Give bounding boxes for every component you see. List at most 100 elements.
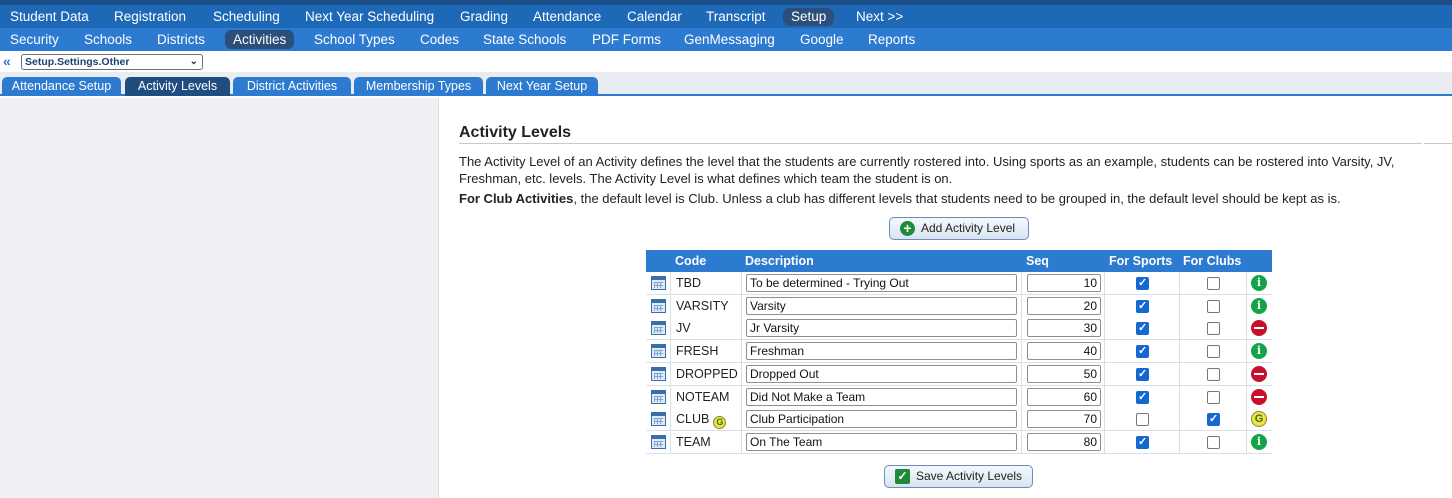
- for-clubs-checkbox[interactable]: [1207, 390, 1220, 404]
- table-row: TEAM i: [646, 430, 1272, 454]
- tab-district-activities[interactable]: District Activities: [233, 77, 351, 96]
- calendar-icon[interactable]: [651, 412, 666, 427]
- settings-path-select[interactable]: Setup.Settings.Other ⌄: [21, 54, 203, 70]
- sub-nav-security[interactable]: Security: [2, 30, 67, 49]
- row-seq-input[interactable]: [1027, 342, 1101, 361]
- sub-nav-codes[interactable]: Codes: [412, 30, 467, 49]
- row-seq-input[interactable]: [1027, 319, 1101, 338]
- for-sports-checkbox[interactable]: [1136, 390, 1149, 404]
- for-clubs-checkbox[interactable]: [1207, 322, 1220, 336]
- row-description-input[interactable]: [746, 432, 1017, 451]
- top-nav-next[interactable]: Next >>: [848, 5, 911, 28]
- column-divider: [1021, 408, 1022, 432]
- top-nav-attendance[interactable]: Attendance: [525, 5, 609, 28]
- info-icon[interactable]: i: [1251, 343, 1267, 360]
- row-seq-input[interactable]: [1027, 274, 1101, 292]
- row-seq-input[interactable]: [1027, 364, 1101, 383]
- row-description-input[interactable]: [746, 364, 1017, 383]
- for-clubs-checkbox[interactable]: [1207, 367, 1220, 381]
- sub-nav-schools[interactable]: Schools: [76, 30, 140, 49]
- tab-activity-levels[interactable]: Activity Levels: [125, 77, 230, 96]
- delete-icon[interactable]: [1251, 320, 1267, 337]
- settings-path-value: Setup.Settings.Other: [25, 56, 130, 68]
- tab-membership-types[interactable]: Membership Types: [354, 77, 483, 96]
- calendar-icon[interactable]: [651, 321, 666, 336]
- sub-nav-pdf-forms[interactable]: PDF Forms: [584, 30, 669, 49]
- top-nav-registration[interactable]: Registration: [106, 5, 194, 28]
- info-icon[interactable]: i: [1251, 433, 1267, 450]
- column-divider: [1021, 362, 1022, 386]
- top-nav-scheduling[interactable]: Scheduling: [205, 5, 288, 28]
- for-clubs-checkbox[interactable]: [1207, 345, 1220, 359]
- header-description: Description: [745, 254, 814, 268]
- row-seq-input[interactable]: [1027, 410, 1101, 429]
- for-clubs-checkbox[interactable]: [1207, 277, 1220, 290]
- row-code-text: FRESH: [676, 344, 719, 359]
- save-activity-levels-button[interactable]: ✓ Save Activity Levels: [884, 465, 1033, 488]
- top-nav-next-year-scheduling[interactable]: Next Year Scheduling: [297, 5, 442, 28]
- column-divider: [1021, 385, 1022, 409]
- sub-nav: Security Schools Districts Activities Sc…: [0, 28, 1452, 51]
- sub-nav-reports[interactable]: Reports: [860, 30, 923, 49]
- for-sports-checkbox[interactable]: [1136, 367, 1149, 381]
- calendar-icon[interactable]: [651, 366, 666, 381]
- sub-nav-activities[interactable]: Activities: [225, 30, 295, 49]
- sub-nav-google[interactable]: Google: [792, 30, 852, 49]
- calendar-icon[interactable]: [651, 434, 666, 449]
- add-activity-level-button[interactable]: + Add Activity Level: [889, 217, 1029, 240]
- for-clubs-checkbox[interactable]: [1207, 412, 1220, 427]
- delete-icon[interactable]: [1251, 388, 1267, 405]
- table-row: JV: [646, 317, 1272, 341]
- row-code: TBD: [676, 276, 701, 290]
- panel-divider: [438, 98, 439, 498]
- top-nav-grading[interactable]: Grading: [452, 5, 516, 28]
- delete-icon[interactable]: [1251, 365, 1267, 382]
- row-description-input[interactable]: [746, 296, 1017, 315]
- column-divider: [1246, 430, 1247, 454]
- sub-nav-genmessaging[interactable]: GenMessaging: [676, 30, 783, 49]
- table-row: DROPPED: [646, 362, 1272, 386]
- info-icon[interactable]: i: [1251, 275, 1267, 291]
- row-description-input[interactable]: [746, 387, 1017, 406]
- column-divider: [1104, 408, 1105, 432]
- for-sports-checkbox[interactable]: [1136, 344, 1149, 359]
- calendar-icon[interactable]: [651, 298, 666, 313]
- sub-nav-state-schools[interactable]: State Schools: [475, 30, 574, 49]
- column-divider: [670, 294, 671, 318]
- row-description-input[interactable]: [746, 319, 1017, 338]
- for-sports-checkbox[interactable]: [1136, 321, 1149, 336]
- tab-attendance-setup[interactable]: Attendance Setup: [2, 77, 121, 96]
- for-sports-checkbox[interactable]: [1136, 413, 1149, 427]
- top-nav-transcript[interactable]: Transcript: [698, 5, 774, 28]
- column-divider: [741, 340, 742, 364]
- calendar-icon[interactable]: [651, 344, 666, 359]
- page-title: Activity Levels: [459, 124, 572, 141]
- column-divider: [670, 340, 671, 364]
- column-divider: [1179, 430, 1180, 454]
- tab-next-year-setup[interactable]: Next Year Setup: [486, 77, 598, 96]
- row-code: FRESH: [676, 344, 718, 358]
- for-sports-checkbox[interactable]: [1136, 299, 1149, 313]
- for-clubs-checkbox[interactable]: [1207, 299, 1220, 313]
- row-description-input[interactable]: [746, 274, 1017, 292]
- top-nav-student-data[interactable]: Student Data: [2, 5, 97, 28]
- row-description-input[interactable]: [746, 342, 1017, 361]
- calendar-icon[interactable]: [651, 276, 666, 290]
- column-divider: [741, 362, 742, 386]
- top-nav-calendar[interactable]: Calendar: [619, 5, 690, 28]
- row-seq-input[interactable]: [1027, 387, 1101, 406]
- info-icon[interactable]: i: [1251, 297, 1267, 314]
- for-sports-checkbox[interactable]: [1136, 276, 1149, 290]
- sub-nav-districts[interactable]: Districts: [149, 30, 213, 49]
- for-clubs-checkbox[interactable]: [1207, 435, 1220, 449]
- double-chevron-left-icon[interactable]: «: [3, 53, 11, 69]
- for-sports-checkbox[interactable]: [1136, 435, 1149, 449]
- row-description-input[interactable]: [746, 410, 1017, 429]
- google-club-icon[interactable]: G: [1251, 411, 1267, 428]
- row-seq-input[interactable]: [1027, 432, 1101, 451]
- row-seq-input[interactable]: [1027, 296, 1101, 315]
- top-nav-setup[interactable]: Setup: [783, 8, 835, 26]
- sub-nav-school-types[interactable]: School Types: [306, 30, 403, 49]
- column-divider: [1179, 294, 1180, 318]
- calendar-icon[interactable]: [651, 389, 666, 404]
